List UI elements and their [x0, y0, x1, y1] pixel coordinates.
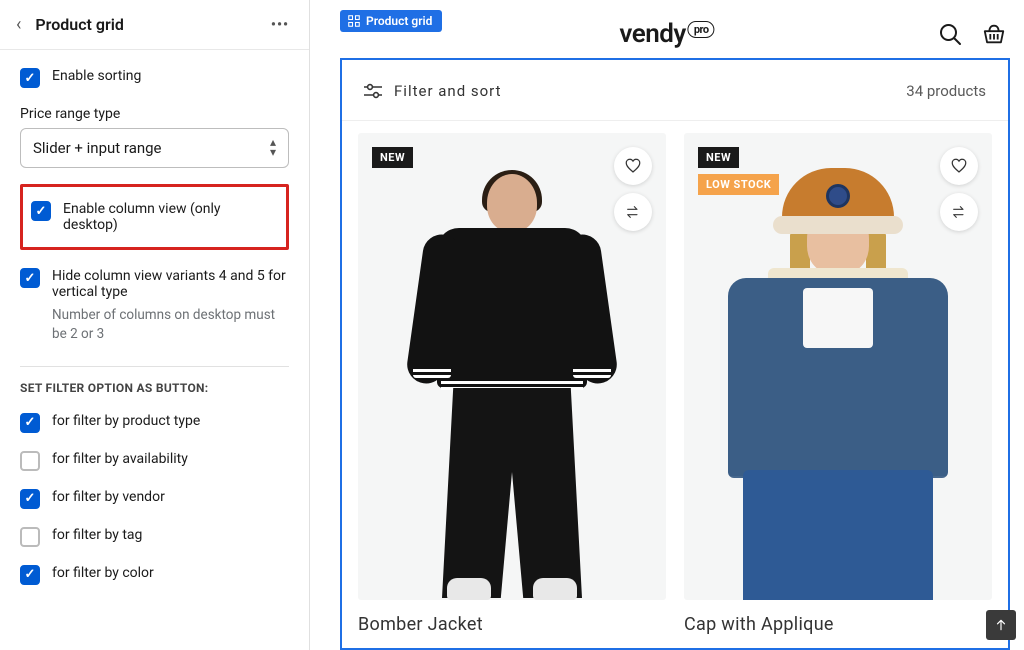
filter-availability-option[interactable]: for filter by availability [20, 451, 289, 471]
arrow-up-icon [994, 618, 1008, 632]
price-range-field-label: Price range type [20, 106, 289, 122]
enable-column-view-checkbox[interactable] [31, 201, 51, 221]
filter-vendor-option[interactable]: for filter by vendor [20, 489, 289, 509]
compare-button[interactable] [614, 193, 652, 231]
brand-logo[interactable]: vendypro [619, 19, 714, 49]
filter-tag-label: for filter by tag [52, 527, 142, 543]
filter-vendor-checkbox[interactable] [20, 489, 40, 509]
hide-variants-option[interactable]: Hide column view variants 4 and 5 for ve… [20, 268, 289, 344]
filter-vendor-label: for filter by vendor [52, 489, 165, 505]
filter-tag-option[interactable]: for filter by tag [20, 527, 289, 547]
price-range-value: Slider + input range [33, 139, 162, 157]
filter-icon [364, 83, 382, 99]
product-title: Cap with Applique [684, 614, 992, 635]
enable-column-view-highlight: Enable column view (only desktop) [20, 184, 289, 250]
divider [20, 366, 289, 367]
hide-variants-checkbox[interactable] [20, 268, 40, 288]
product-image: NEW LOW STOCK [684, 133, 992, 600]
preview-canvas: Filter and sort 34 products NEW [340, 58, 1010, 650]
basket-icon[interactable] [982, 22, 1006, 46]
filter-section-label: SET FILTER OPTION AS BUTTON: [20, 381, 289, 395]
enable-sorting-checkbox[interactable] [20, 68, 40, 88]
filter-color-label: for filter by color [52, 565, 154, 581]
new-badge: NEW [372, 147, 413, 168]
filter-color-option[interactable]: for filter by color [20, 565, 289, 585]
filter-sort-label: Filter and sort [394, 82, 502, 100]
filter-availability-checkbox[interactable] [20, 451, 40, 471]
product-card[interactable]: NEW LOW STOCK [684, 133, 992, 648]
grid-icon [348, 15, 360, 27]
product-title: Bomber Jacket [358, 614, 666, 635]
filter-product-type-label: for filter by product type [52, 413, 200, 429]
enable-sorting-option[interactable]: Enable sorting [20, 68, 289, 88]
filter-product-type-option[interactable]: for filter by product type [20, 413, 289, 433]
back-chevron-icon[interactable]: ‹ [16, 14, 21, 35]
more-icon[interactable]: ••• [271, 17, 289, 33]
filter-availability-label: for filter by availability [52, 451, 188, 467]
sidebar-header: ‹ Product grid ••• [0, 0, 309, 50]
compare-icon [625, 204, 641, 220]
hide-variants-label: Hide column view variants 4 and 5 for ve… [52, 268, 289, 300]
hide-variants-help: Number of columns on desktop must be 2 o… [52, 306, 289, 344]
brand-pro-badge: pro [688, 21, 715, 38]
product-count: 34 products [906, 82, 986, 100]
product-figure [708, 160, 968, 600]
filter-tag-checkbox[interactable] [20, 527, 40, 547]
collection-toolbar: Filter and sort 34 products [342, 60, 1008, 121]
section-tag[interactable]: Product grid [340, 10, 442, 32]
product-image: NEW [358, 133, 666, 600]
heart-icon [624, 157, 642, 175]
page-title: Product grid [35, 15, 124, 34]
scroll-to-top-button[interactable] [986, 610, 1016, 640]
enable-column-view-label: Enable column view (only desktop) [63, 201, 276, 233]
filter-color-checkbox[interactable] [20, 565, 40, 585]
price-range-select[interactable]: Slider + input range ▴▾ [20, 128, 289, 168]
select-caret-icon: ▴▾ [270, 138, 276, 157]
search-icon[interactable] [938, 22, 962, 46]
product-figure [417, 170, 607, 600]
section-tag-label: Product grid [366, 14, 432, 28]
product-card[interactable]: NEW Bomber Jacket [358, 133, 666, 648]
wishlist-button[interactable] [614, 147, 652, 185]
enable-sorting-label: Enable sorting [52, 68, 141, 84]
filter-product-type-checkbox[interactable] [20, 413, 40, 433]
enable-column-view-option[interactable]: Enable column view (only desktop) [31, 201, 276, 233]
filter-sort-button[interactable]: Filter and sort [364, 82, 502, 100]
